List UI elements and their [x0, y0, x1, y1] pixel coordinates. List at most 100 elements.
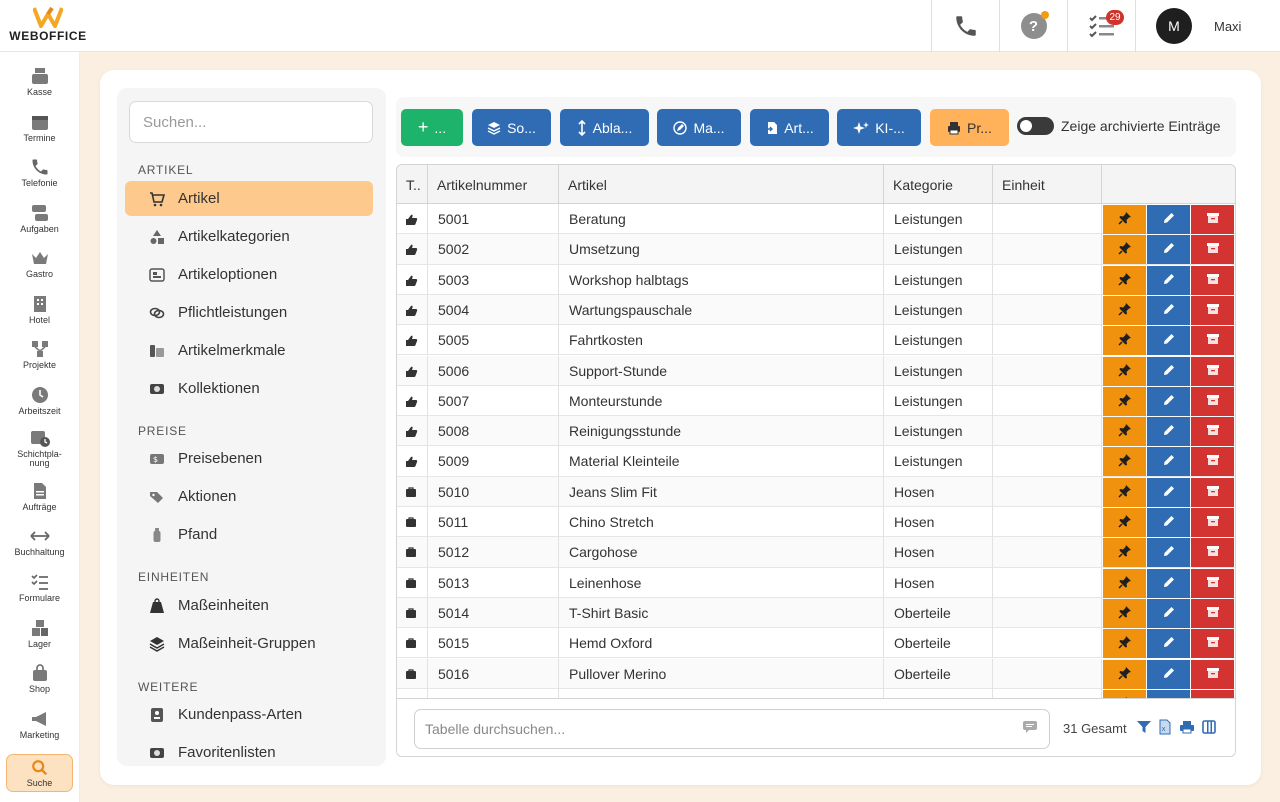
nav-item-termine[interactable]: Termine — [6, 112, 73, 143]
edit-button[interactable] — [1147, 386, 1190, 416]
archive-button[interactable] — [1191, 447, 1234, 477]
import-button[interactable]: Art... — [750, 109, 829, 146]
edit-button[interactable] — [1147, 235, 1190, 265]
table-row[interactable]: 5009 Material Kleinteile Leistungen — [397, 446, 1235, 477]
table-row[interactable]: 5011 Chino Stretch Hosen — [397, 507, 1235, 538]
archive-button[interactable] — [1191, 235, 1234, 265]
table-row[interactable]: 5010 Jeans Slim Fit Hosen — [397, 476, 1235, 507]
side-item-kundenpass-arten[interactable]: Kundenpass-Arten — [125, 697, 373, 732]
pin-button[interactable] — [1103, 598, 1146, 628]
edit-button[interactable] — [1147, 447, 1190, 477]
filter-icon[interactable] — [1136, 720, 1152, 734]
side-item-aktionen[interactable]: Aktionen — [125, 479, 373, 514]
side-item-favoritenlisten[interactable]: Favoritenlisten — [125, 735, 373, 766]
column-header-artikel[interactable]: Artikel — [559, 165, 884, 204]
table-row[interactable]: 5006 Support-Stunde Leistungen — [397, 355, 1235, 386]
pin-button[interactable] — [1103, 538, 1146, 568]
mass-edit-button[interactable]: Ma... — [657, 109, 741, 146]
edit-button[interactable] — [1147, 417, 1190, 447]
table-search-input[interactable] — [414, 709, 1050, 749]
pin-button[interactable] — [1103, 356, 1146, 386]
table-row[interactable]: 5014 T-Shirt Basic Oberteile — [397, 597, 1235, 629]
phone-button[interactable] — [931, 0, 999, 52]
archive-button[interactable] — [1191, 598, 1234, 628]
archive-button[interactable] — [1191, 295, 1234, 325]
archived-toggle[interactable]: Zeige archivierte Einträge — [1017, 117, 1221, 135]
columns-icon[interactable] — [1202, 720, 1216, 734]
toggle-switch[interactable] — [1017, 117, 1054, 135]
edit-button[interactable] — [1147, 629, 1190, 659]
side-item-artikelkategorien[interactable]: Artikelkategorien — [125, 219, 373, 254]
side-item-artikel[interactable]: Artikel — [125, 181, 373, 216]
table-row[interactable]: 5013 Leinenhose Hosen — [397, 567, 1235, 598]
table-row[interactable]: 5001 Beratung Leistungen — [397, 204, 1235, 235]
side-item-masseinheiten[interactable]: Maßeinheiten — [125, 588, 373, 623]
pin-button[interactable] — [1103, 265, 1146, 295]
archive-button[interactable] — [1191, 326, 1234, 356]
nav-item-hotel[interactable]: Hotel — [6, 294, 73, 325]
nav-item-formulare[interactable]: Formulare — [6, 572, 73, 603]
column-header-type[interactable]: T.. — [397, 165, 428, 204]
nav-item-schichtplanung[interactable]: Schichtpla- nung — [6, 428, 73, 468]
edit-button[interactable] — [1147, 326, 1190, 356]
archive-button[interactable] — [1191, 265, 1234, 295]
side-item-pfand[interactable]: Pfand — [125, 517, 373, 552]
edit-button[interactable] — [1147, 568, 1190, 598]
nav-item-marketing[interactable]: Marketing — [6, 709, 73, 740]
edit-button[interactable] — [1147, 477, 1190, 507]
user-menu[interactable]: M Maxi — [1135, 0, 1280, 52]
archive-button[interactable] — [1191, 417, 1234, 447]
nav-item-shop[interactable]: Shop — [6, 663, 73, 694]
archive-button[interactable] — [1191, 508, 1234, 537]
help-button[interactable]: ? — [999, 0, 1067, 52]
edit-button[interactable] — [1147, 265, 1190, 295]
ablage-button[interactable]: Abla... — [560, 109, 649, 146]
table-row[interactable]: 5008 Reinigungsstunde Leistungen — [397, 416, 1235, 447]
nav-item-kasse[interactable]: Kasse — [6, 66, 73, 97]
edit-button[interactable] — [1147, 508, 1190, 537]
side-search-input[interactable] — [129, 101, 373, 143]
nav-item-buchhaltung[interactable]: Buchhaltung — [6, 526, 73, 557]
edit-button[interactable] — [1147, 689, 1190, 698]
edit-button[interactable] — [1147, 659, 1190, 689]
pin-button[interactable] — [1103, 689, 1146, 698]
tasks-button[interactable]: 29 — [1067, 0, 1135, 52]
table-row[interactable]: 5015 Hemd Oxford Oberteile — [397, 628, 1235, 659]
pin-button[interactable] — [1103, 386, 1146, 416]
side-item-preisebenen[interactable]: $ Preisebenen — [125, 441, 373, 476]
table-row[interactable]: 5007 Monteurstunde Leistungen — [397, 385, 1235, 417]
archive-button[interactable] — [1191, 568, 1234, 598]
comment-icon[interactable] — [1022, 720, 1038, 734]
pin-button[interactable] — [1103, 417, 1146, 447]
table-row[interactable]: 5002 Umsetzung Leistungen — [397, 234, 1235, 265]
archive-button[interactable] — [1191, 629, 1234, 659]
side-item-pflichtleistungen[interactable]: Pflichtleistungen — [125, 295, 373, 330]
pin-button[interactable] — [1103, 659, 1146, 689]
nav-item-lager[interactable]: Lager — [6, 618, 73, 649]
table-row[interactable]: 5005 Fahrtkosten Leistungen — [397, 325, 1235, 356]
table-row[interactable]: 5003 Workshop halbtags Leistungen — [397, 264, 1235, 295]
edit-button[interactable] — [1147, 205, 1190, 234]
nav-item-gastro[interactable]: Gastro — [6, 248, 73, 279]
pin-button[interactable] — [1103, 508, 1146, 537]
table-row[interactable]: 5004 Wartungspauschale Leistungen — [397, 294, 1235, 326]
table-row[interactable]: 5016 Pullover Merino Oberteile — [397, 658, 1235, 689]
pin-button[interactable] — [1103, 447, 1146, 477]
table-row[interactable] — [397, 688, 1235, 698]
nav-item-projekte[interactable]: Projekte — [6, 339, 73, 370]
sort-button[interactable]: So... — [472, 109, 551, 146]
edit-button[interactable] — [1147, 356, 1190, 386]
edit-button[interactable] — [1147, 598, 1190, 628]
side-item-artikelmerkmale[interactable]: Artikelmerkmale — [125, 333, 373, 368]
pin-button[interactable] — [1103, 568, 1146, 598]
excel-export-icon[interactable]: x — [1159, 719, 1171, 735]
archive-button[interactable] — [1191, 689, 1234, 698]
side-item-masseinheit-gruppen[interactable]: Maßeinheit-Gruppen — [125, 626, 373, 661]
edit-button[interactable] — [1147, 538, 1190, 568]
archive-button[interactable] — [1191, 205, 1234, 234]
edit-button[interactable] — [1147, 295, 1190, 325]
nav-item-telefonie[interactable]: Telefonie — [6, 157, 73, 188]
archive-button[interactable] — [1191, 477, 1234, 507]
pin-button[interactable] — [1103, 629, 1146, 659]
nav-item-aufgaben[interactable]: Aufgaben — [6, 203, 73, 234]
